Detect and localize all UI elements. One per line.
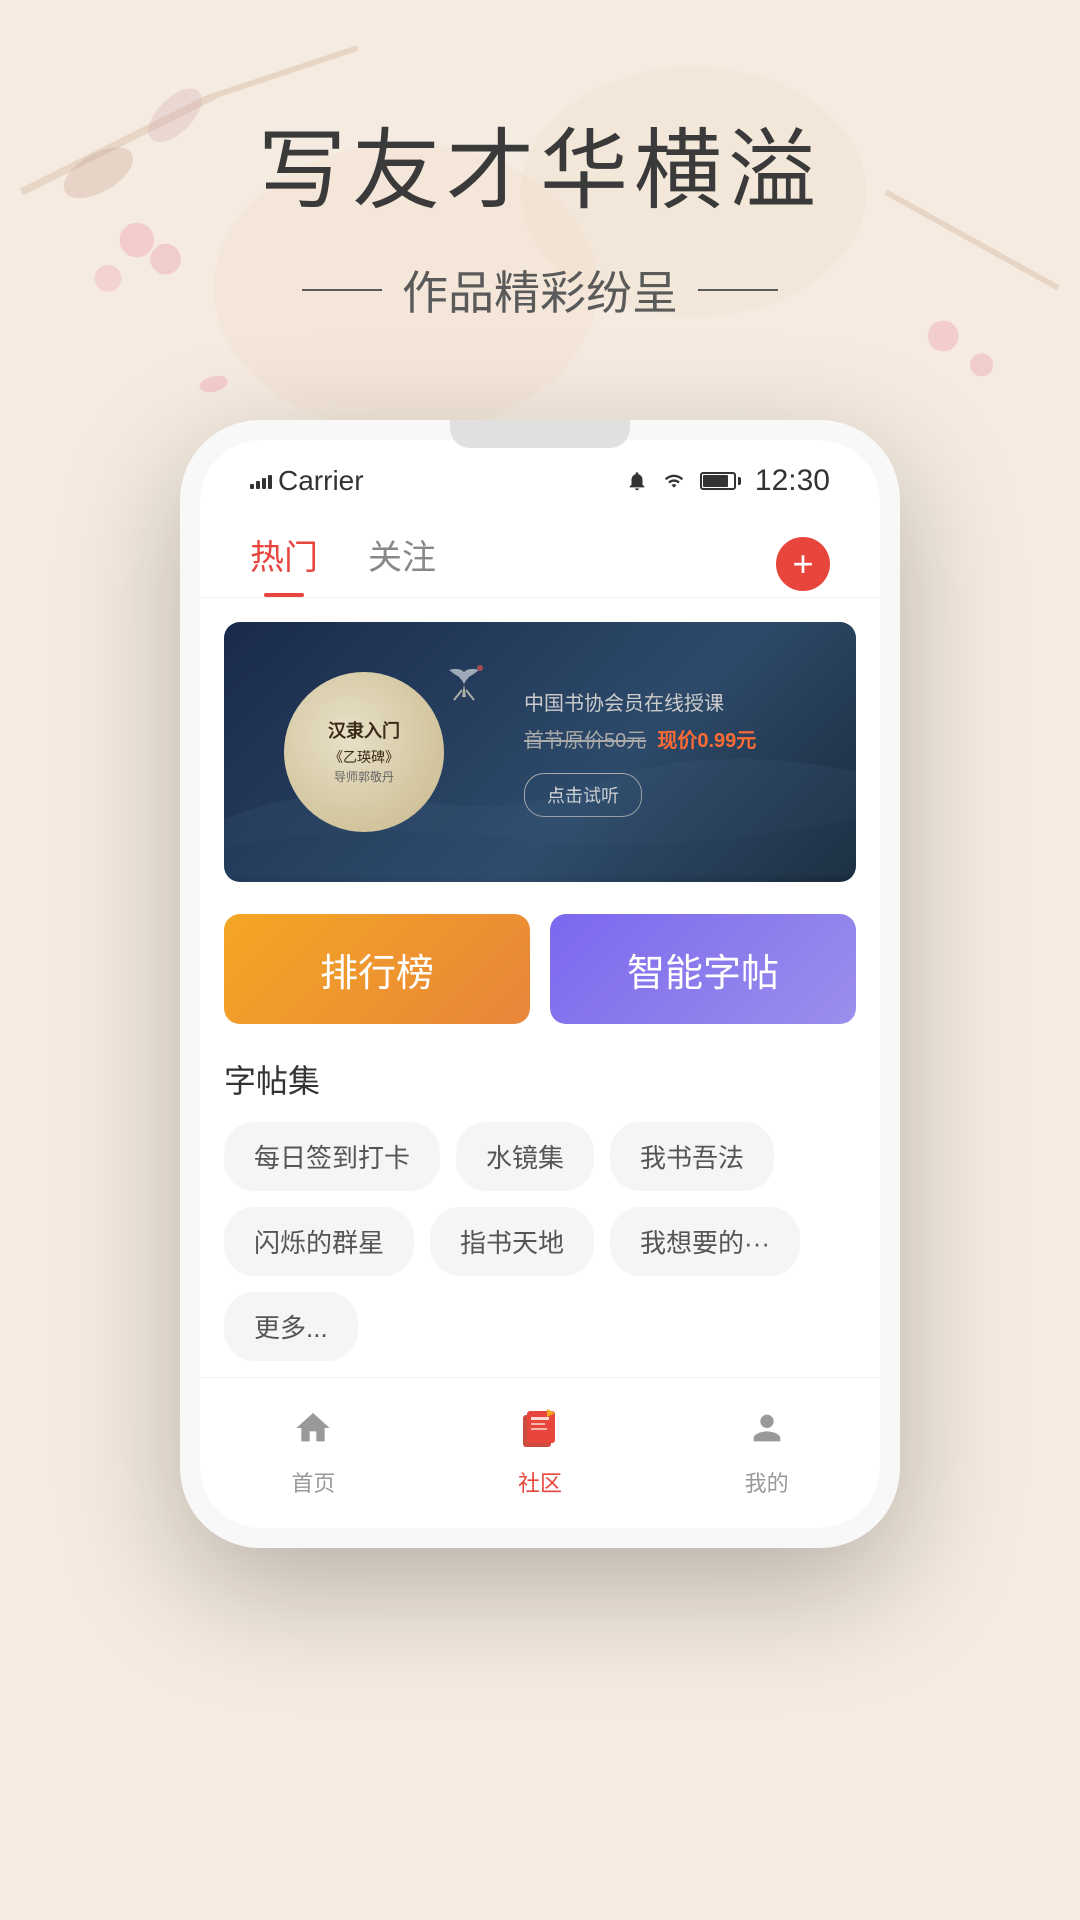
tab-follow[interactable]: 关注: [368, 530, 436, 597]
banner-book: 《乙瑛碑》: [328, 746, 400, 768]
tag-item-5[interactable]: 我想要的···: [610, 1207, 800, 1276]
banner-left: 汉隶入门 《乙瑛碑》 导师郭敬丹: [224, 652, 504, 852]
nav-home[interactable]: 首页: [200, 1398, 427, 1498]
tag-item-4[interactable]: 指书天地: [430, 1207, 594, 1276]
collection-title: 字帖集: [224, 1056, 856, 1102]
signal-bars: [250, 473, 272, 489]
collection-section: 字帖集 每日签到打卡 水镜集 我书吾法 闪烁的群星 指书天地 我想要的··· 更…: [200, 1040, 880, 1377]
ranking-button[interactable]: 排行榜: [224, 914, 530, 1024]
community-icon: [510, 1398, 570, 1458]
tab-bar: 热门 关注 +: [200, 510, 880, 598]
nav-profile[interactable]: 我的: [653, 1398, 880, 1498]
right-line: [698, 289, 778, 291]
tag-item-1[interactable]: 水镜集: [456, 1122, 594, 1191]
tab-hot[interactable]: 热门: [250, 530, 318, 597]
tag-item-2[interactable]: 我书吾法: [610, 1122, 774, 1191]
home-icon: [283, 1398, 343, 1458]
phone-frame: Carrier 12:30: [180, 420, 900, 1548]
tag-item-3[interactable]: 闪烁的群星: [224, 1207, 414, 1276]
phone-notch: [450, 420, 630, 448]
tag-item-0[interactable]: 每日签到打卡: [224, 1122, 440, 1191]
tag-item-6[interactable]: 更多...: [224, 1292, 358, 1361]
banner-left-title: 汉隶入门: [328, 717, 400, 746]
banner-section: 汉隶入门 《乙瑛碑》 导师郭敬丹 中国书协会员在线授课 首节原价50元 现价0.…: [200, 598, 880, 898]
smart-copybook-button[interactable]: 智能字帖: [550, 914, 856, 1024]
status-bar: Carrier 12:30: [200, 440, 880, 510]
bell-icon: [626, 470, 648, 492]
action-buttons: 排行榜 智能字帖: [200, 898, 880, 1040]
banner[interactable]: 汉隶入门 《乙瑛碑》 导师郭敬丹 中国书协会员在线授课 首节原价50元 现价0.…: [224, 622, 856, 882]
bottom-nav: 首页: [200, 1377, 880, 1528]
sub-title: 作品精彩纷呈: [0, 257, 1080, 323]
status-right: 12:30: [626, 464, 830, 498]
wifi-icon: [662, 471, 686, 491]
top-section: 写友才华横溢 作品精彩纷呈: [0, 100, 1080, 323]
nav-home-label: 首页: [291, 1466, 335, 1498]
app-content: 热门 关注 +: [200, 510, 880, 1528]
main-title: 写友才华横溢: [0, 100, 1080, 227]
tab-add-button[interactable]: +: [776, 537, 830, 591]
crane-icon: [434, 662, 494, 712]
profile-icon: [737, 1398, 797, 1458]
nav-profile-label: 我的: [745, 1466, 789, 1498]
nav-community[interactable]: 社区: [427, 1398, 654, 1498]
phone-inner: Carrier 12:30: [200, 440, 880, 1528]
banner-author: 导师郭敬丹: [328, 768, 400, 787]
battery-icon: [700, 472, 741, 490]
phone-mockup: Carrier 12:30: [180, 420, 900, 1548]
banner-moon: 汉隶入门 《乙瑛碑》 导师郭敬丹: [284, 672, 444, 832]
left-line: [302, 289, 382, 291]
nav-community-label: 社区: [518, 1466, 562, 1498]
tag-grid: 每日签到打卡 水镜集 我书吾法 闪烁的群星 指书天地 我想要的··· 更多...: [224, 1122, 856, 1361]
carrier: Carrier: [250, 465, 364, 497]
